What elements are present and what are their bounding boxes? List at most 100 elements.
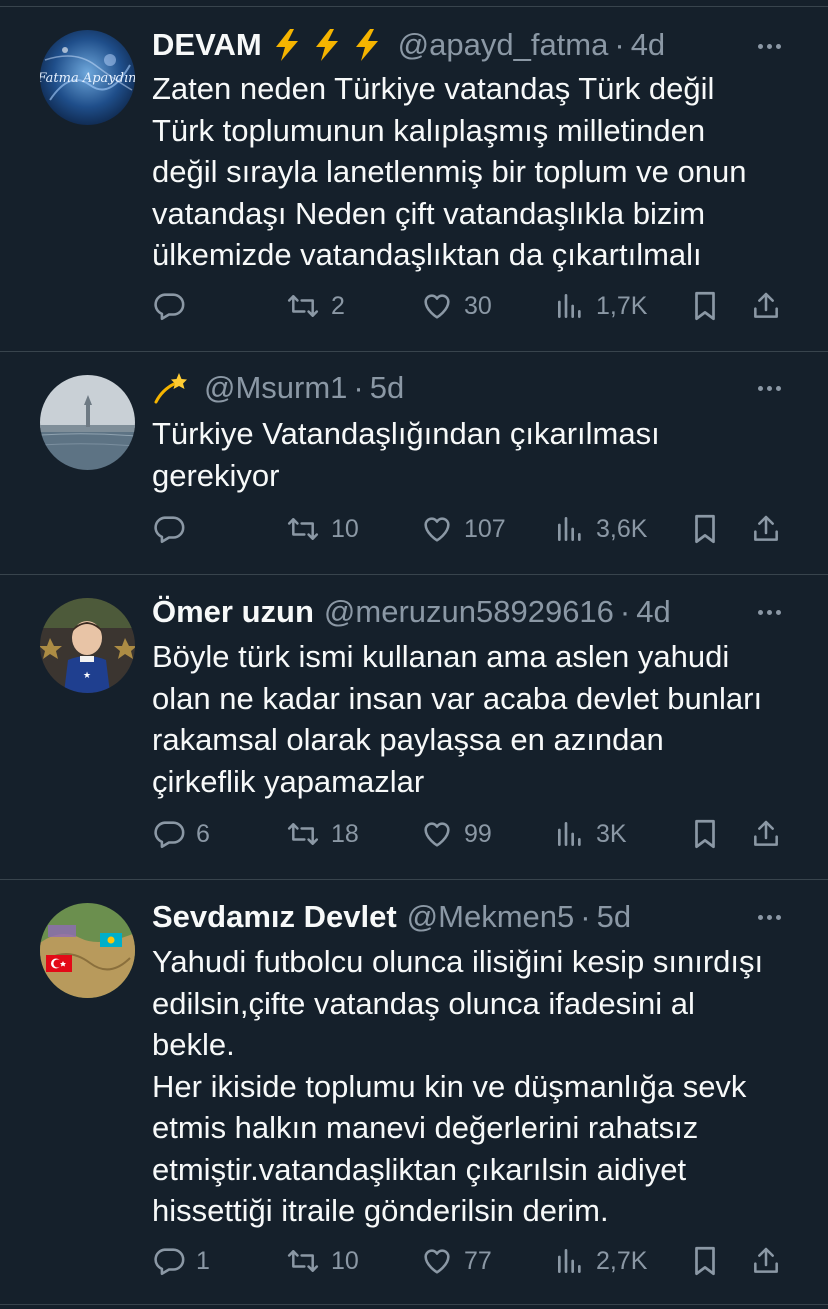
share-icon: [750, 512, 782, 546]
views-count: 2,7K: [596, 1246, 648, 1275]
tweet-header: @Msurm1 · 5d: [152, 368, 404, 408]
bookmark-icon: [690, 289, 720, 323]
heart-icon: [420, 512, 454, 546]
separator-dot: ·: [619, 594, 631, 629]
timestamp[interactable]: 4d: [631, 25, 665, 65]
tweet-2[interactable]: @Msurm1 · 5d Türkiye Vatandaşlığından çı…: [0, 352, 828, 575]
repost-count: 2: [331, 291, 345, 320]
bookmark-icon: [690, 1244, 720, 1278]
like-button[interactable]: 30: [420, 286, 492, 326]
repost-icon: [285, 1244, 321, 1278]
separator-dot: ·: [353, 370, 364, 405]
dizzy-emoji: [152, 370, 188, 406]
repost-count: 18: [331, 819, 359, 848]
reply-button[interactable]: [152, 286, 196, 326]
views-icon: [554, 1244, 586, 1278]
share-button[interactable]: [750, 1241, 782, 1281]
reply-icon: [152, 1244, 186, 1278]
bookmark-button[interactable]: [690, 814, 720, 854]
like-count: 99: [464, 819, 492, 848]
views-button[interactable]: 2,7K: [554, 1241, 647, 1281]
views-count: 1,7K: [596, 291, 648, 320]
tweet-header: Sevdamız Devlet @Mekmen5 · 5d: [152, 897, 631, 937]
heart-icon: [420, 1244, 454, 1278]
reply-icon: [152, 512, 186, 546]
views-icon: [554, 817, 586, 851]
timestamp[interactable]: 4d: [636, 592, 670, 632]
tweet-text: Böyle türk ismi kullanan ama aslen yahud…: [152, 639, 763, 799]
views-icon: [554, 289, 586, 323]
action-bar: 10 107 3,6K: [0, 509, 828, 549]
display-name[interactable]: Ömer uzun: [152, 592, 314, 632]
bookmark-icon: [690, 512, 720, 546]
views-count: 3K: [596, 819, 627, 848]
separator-dot: ·: [614, 27, 625, 62]
repost-count: 10: [331, 1246, 359, 1275]
repost-icon: [285, 289, 321, 323]
user-handle[interactable]: @apayd_fatma: [398, 25, 609, 65]
repost-button[interactable]: 18: [285, 814, 359, 854]
bookmark-icon: [690, 817, 720, 851]
like-count: 77: [464, 1246, 492, 1275]
user-handle[interactable]: @Msurm1: [204, 368, 347, 408]
reply-button[interactable]: [152, 509, 196, 549]
timestamp[interactable]: 5d: [370, 368, 404, 408]
share-button[interactable]: [750, 509, 782, 549]
repost-icon: [285, 817, 321, 851]
reply-button[interactable]: 1: [152, 1241, 210, 1281]
more-icon[interactable]: [752, 900, 786, 934]
reply-icon: [152, 817, 186, 851]
repost-button[interactable]: 10: [285, 1241, 359, 1281]
views-icon: [554, 512, 586, 546]
more-icon[interactable]: [752, 595, 786, 629]
bookmark-button[interactable]: [690, 509, 720, 549]
views-button[interactable]: 1,7K: [554, 286, 647, 326]
more-icon[interactable]: [752, 371, 786, 405]
lightning-emoji: [272, 28, 302, 62]
avatar[interactable]: Fatma Apaydın: [40, 30, 135, 125]
tweet-header: DEVAM @apayd_fatma · 4d: [152, 25, 665, 65]
share-icon: [750, 1244, 782, 1278]
tweet-text: Zaten neden Türkiye vatandaş Türk değil …: [152, 71, 747, 272]
lightning-emoji: [312, 28, 342, 62]
repost-icon: [285, 512, 321, 546]
like-count: 107: [464, 514, 506, 543]
tweet-3[interactable]: ★ Ömer uzun @meruzun58929616 · 4d Böyle …: [0, 575, 828, 880]
repost-button[interactable]: 10: [285, 509, 359, 549]
share-button[interactable]: [750, 286, 782, 326]
lightning-emoji: [352, 28, 382, 62]
like-count: 30: [464, 291, 492, 320]
tweet-header: Ömer uzun @meruzun58929616 · 4d: [152, 592, 671, 632]
reply-button[interactable]: 6: [152, 814, 210, 854]
avatar[interactable]: ★: [40, 598, 135, 693]
display-name[interactable]: DEVAM: [152, 25, 262, 65]
more-icon[interactable]: [752, 29, 786, 63]
avatar[interactable]: [40, 903, 135, 998]
share-button[interactable]: [750, 814, 782, 854]
like-button[interactable]: 99: [420, 814, 492, 854]
avatar-lettering: Fatma Apaydın: [40, 71, 135, 86]
avatar[interactable]: [40, 375, 135, 470]
share-icon: [750, 289, 782, 323]
svg-text:★: ★: [83, 671, 91, 681]
tweet-1[interactable]: Fatma Apaydın DEVAM @apayd_fatma · 4d Za…: [0, 7, 828, 352]
like-button[interactable]: 77: [420, 1241, 492, 1281]
like-button[interactable]: 107: [420, 509, 506, 549]
views-button[interactable]: 3K: [554, 814, 627, 854]
user-handle[interactable]: @Mekmen5: [407, 897, 575, 937]
user-handle[interactable]: @meruzun58929616: [324, 592, 614, 632]
timestamp[interactable]: 5d: [597, 897, 631, 937]
reply-count: 6: [196, 819, 210, 848]
tweet-text: Yahudi futbolcu olunca ilisiğini kesip s…: [152, 944, 764, 1228]
tweet-4[interactable]: Sevdamız Devlet @Mekmen5 · 5d Yahudi fut…: [0, 880, 828, 1305]
bookmark-button[interactable]: [690, 1241, 720, 1281]
repost-button[interactable]: 2: [285, 286, 345, 326]
tweet-text: Türkiye Vatandaşlığından çıkarılması ger…: [152, 416, 660, 493]
bookmark-button[interactable]: [690, 286, 720, 326]
action-bar: 6 18 99 3K: [0, 814, 828, 854]
display-name[interactable]: Sevdamız Devlet: [152, 897, 397, 937]
separator-dot: ·: [580, 899, 591, 934]
share-icon: [750, 817, 782, 851]
views-button[interactable]: 3,6K: [554, 509, 647, 549]
reply-count: 1: [196, 1246, 210, 1275]
